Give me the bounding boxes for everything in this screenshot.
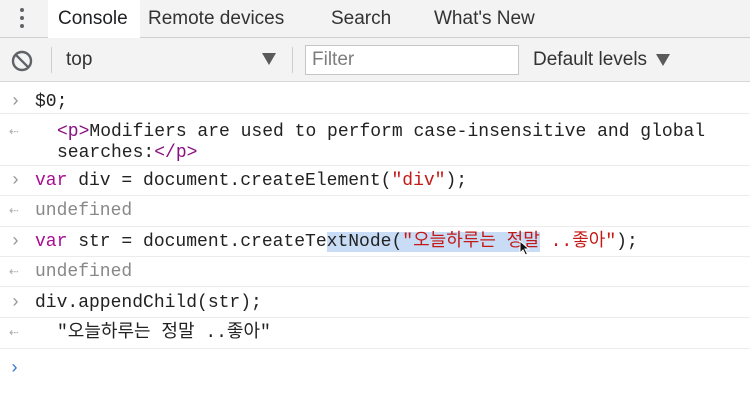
- console-input-text: var div = document.createElement("div");: [35, 170, 467, 192]
- html-tag-open: <p>: [57, 122, 90, 142]
- dropdown-arrow-icon[interactable]: [262, 53, 276, 65]
- string-literal: "div": [391, 171, 446, 191]
- clear-console-icon[interactable]: [11, 50, 33, 72]
- console-output-text: undefined: [35, 262, 133, 282]
- console-messages[interactable]: › $0; ⇠ <p>Modifiers are used to perform…: [0, 82, 750, 413]
- console-output-row: ⇠ <p>Modifiers are used to perform case-…: [0, 114, 750, 166]
- code-text: str = document.createTe: [67, 232, 327, 252]
- tab-whats-new[interactable]: What's New: [434, 0, 535, 38]
- chevron-right-icon: ›: [10, 171, 21, 191]
- element-text-line2: searches:: [57, 143, 155, 163]
- result-arrow-icon: ⇠: [9, 324, 19, 342]
- console-input-text: div.appendChild(str);: [35, 293, 262, 313]
- console-input-row: › var str = document.createTextNode("오늘하…: [0, 227, 750, 257]
- kebab-menu-icon[interactable]: [12, 6, 32, 32]
- tab-bar: Console Remote devices Search What's New: [0, 0, 750, 39]
- console-output-row: ⇠ undefined: [0, 196, 750, 227]
- code-text: div = document.createElement(: [67, 171, 392, 191]
- console-input-text[interactable]: var str = document.createTextNode("오늘하루는…: [35, 231, 638, 253]
- console-output-row: ⇠ undefined: [0, 257, 750, 287]
- toolbar-divider: [51, 47, 52, 73]
- tab-remote-devices[interactable]: Remote devices: [148, 0, 284, 38]
- console-prompt-caret[interactable]: ›: [9, 358, 20, 380]
- toolbar-divider: [292, 47, 293, 73]
- result-arrow-icon: ⇠: [9, 123, 19, 141]
- element-text-line1: Modifiers are used to perform case-insen…: [89, 122, 706, 142]
- console-output-element[interactable]: <p>Modifiers are used to perform case-in…: [57, 121, 705, 143]
- chevron-right-icon: ›: [10, 92, 21, 112]
- result-arrow-icon: ⇠: [9, 202, 19, 220]
- console-input-row: › var div = document.createElement("div"…: [0, 166, 750, 196]
- context-selector[interactable]: top: [66, 38, 92, 82]
- tab-console[interactable]: Console: [48, 0, 140, 39]
- html-tag-close: </p>: [154, 143, 198, 163]
- console-input-row: › $0;: [0, 82, 750, 114]
- code-text: );: [445, 171, 468, 191]
- dropdown-arrow-icon[interactable]: [656, 54, 670, 66]
- result-arrow-icon: ⇠: [9, 263, 19, 281]
- console-output-text: "오늘하루는 정말 ..좋아": [57, 323, 271, 343]
- log-levels-dropdown[interactable]: Default levels: [533, 38, 647, 82]
- keyword: var: [35, 232, 68, 252]
- chevron-right-icon: ›: [10, 293, 21, 313]
- console-output-row: ⇠ "오늘하루는 정말 ..좋아": [0, 318, 750, 349]
- string-literal: ..좋아": [539, 232, 617, 252]
- console-toolbar: top Default levels: [0, 38, 750, 82]
- console-input-text: $0;: [35, 92, 68, 112]
- console-input-row: › div.appendChild(str);: [0, 287, 750, 318]
- filter-input[interactable]: [305, 45, 519, 75]
- console-output-element-line2: searches:</p>: [57, 142, 197, 164]
- code-text: );: [616, 232, 638, 252]
- keyword: var: [35, 171, 68, 191]
- chevron-right-icon: ›: [10, 232, 21, 252]
- selected-text: xtNode(: [326, 232, 403, 252]
- tab-search[interactable]: Search: [331, 0, 391, 38]
- mouse-cursor-icon: [519, 240, 531, 256]
- console-output-text: undefined: [35, 201, 133, 221]
